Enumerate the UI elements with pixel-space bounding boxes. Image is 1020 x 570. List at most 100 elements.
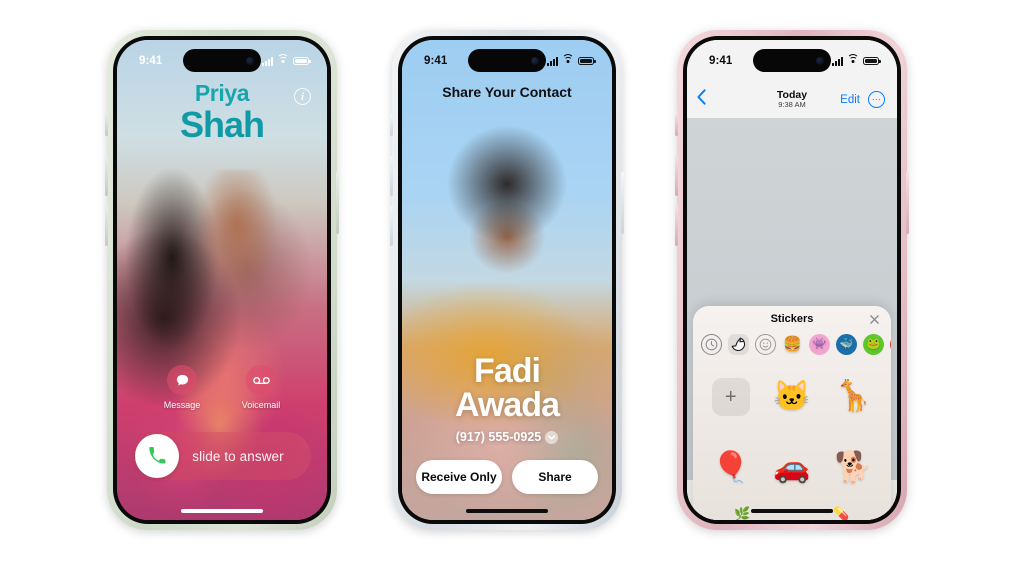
stickers-panel: Stickers 🍔 👾 🐳 🐸 + 🐱 🦒 🎈 🚗 🐕 🌿 💊: [693, 306, 891, 520]
edit-button[interactable]: Edit: [840, 94, 860, 106]
screenshot-stage: 9:41 i Priya Shah Message Voicemail slid…: [0, 0, 1020, 570]
dynamic-island: [468, 49, 546, 72]
phone-handset-icon: [149, 447, 166, 464]
sticker-category-row: 🍔 👾 🐳 🐸 🍎: [693, 332, 891, 359]
dog-in-hat-sticker[interactable]: 🐕: [835, 452, 872, 483]
recents-clock-icon[interactable]: [701, 334, 722, 355]
peek-sticker-right: 💊: [833, 506, 850, 520]
sticker-pack-red-icon[interactable]: 🍎: [890, 334, 891, 355]
volume-up-button[interactable]: [675, 156, 678, 196]
chevron-left-icon[interactable]: [697, 89, 706, 110]
power-button[interactable]: [336, 172, 339, 234]
giraffe-sticker[interactable]: 🦒: [835, 382, 872, 412]
receive-only-button[interactable]: Receive Only: [416, 460, 502, 494]
dynamic-island: [753, 49, 831, 72]
phone-screen-share: 9:41 Share Your Contact Fadi Awada (917)…: [402, 40, 612, 520]
volume-down-button[interactable]: [390, 206, 393, 246]
sticker-tile[interactable]: +: [701, 363, 760, 432]
status-time: 9:41: [709, 55, 733, 67]
call-quick-actions: Message Voicemail: [117, 365, 327, 410]
volume-up-button[interactable]: [105, 156, 108, 196]
dynamic-island: [183, 49, 261, 72]
wifi-icon: [847, 53, 859, 66]
sticker-tile[interactable]: 🐕: [824, 434, 883, 503]
contact-poster-background: [402, 40, 612, 520]
mute-switch[interactable]: [675, 114, 678, 136]
live-sticker-icon[interactable]: [728, 334, 749, 355]
message-bubble-icon: [167, 365, 197, 395]
contact-photo-face: [196, 169, 277, 295]
share-contact-title: Share Your Contact: [442, 84, 572, 100]
peek-sticker-left: 🌿: [734, 506, 751, 520]
emoji-smiley-icon[interactable]: [755, 334, 776, 355]
phone-screen-call: 9:41 i Priya Shah Message Voicemail slid…: [117, 40, 327, 520]
cellular-icon: [547, 56, 558, 66]
chevron-down-icon[interactable]: [545, 430, 559, 444]
voicemail-action-label: Voicemail: [241, 400, 281, 410]
battery-icon: [293, 56, 311, 66]
status-indicators: [832, 53, 881, 66]
stickers-panel-title: Stickers: [770, 313, 814, 325]
ellipsis-circle-icon[interactable]: ⋯: [868, 91, 885, 108]
phone-bezel: 9:41 i Priya Shah Message Voicemail slid…: [113, 36, 331, 524]
voicemail-icon: [246, 365, 276, 395]
close-x-icon[interactable]: [867, 312, 881, 326]
home-indicator[interactable]: [466, 509, 548, 513]
messages-screen: Today 9:38 AM Edit ⋯ Stickers 🍔 👾 🐳 🐸 + …: [687, 40, 897, 520]
battery-icon: [578, 56, 596, 66]
sticker-pack-pink-icon[interactable]: 👾: [809, 334, 830, 355]
add-sticker-button[interactable]: +: [711, 378, 750, 417]
phone-screen-messages: Today 9:38 AM Edit ⋯ Stickers 🍔 👾 🐳 🐸 + …: [687, 40, 897, 520]
status-indicators: [547, 53, 596, 66]
cat-sticker[interactable]: 🐱: [773, 382, 810, 412]
shared-phone-number-row[interactable]: (917) 555-0925: [402, 430, 612, 444]
slide-to-answer-slider[interactable]: slide to answer: [133, 432, 311, 480]
home-indicator[interactable]: [181, 509, 263, 513]
red-car-sticker[interactable]: 🚗: [773, 452, 810, 483]
cellular-icon: [262, 56, 273, 66]
phone-device-messages-stickers: Today 9:38 AM Edit ⋯ Stickers 🍔 👾 🐳 🐸 + …: [675, 30, 909, 530]
volume-down-button[interactable]: [105, 206, 108, 246]
call-info-button[interactable]: i: [294, 88, 311, 105]
caller-last-name: Shah: [179, 104, 265, 145]
phone-device-incoming-call: 9:41 i Priya Shah Message Voicemail slid…: [105, 30, 339, 530]
voicemail-action[interactable]: Voicemail: [241, 365, 281, 410]
sticker-pack-food-icon[interactable]: 🍔: [782, 334, 803, 355]
shared-first-name: Fadi: [474, 352, 541, 391]
sticker-tile[interactable]: 🐱: [762, 363, 821, 432]
wifi-icon: [562, 53, 574, 66]
sticker-grid: + 🐱 🦒 🎈 🚗 🐕: [693, 359, 891, 502]
shared-phone-number: (917) 555-0925: [455, 430, 542, 444]
stickers-panel-header: Stickers: [693, 306, 891, 332]
power-button[interactable]: [906, 172, 909, 234]
answer-call-knob[interactable]: [135, 434, 179, 478]
battery-icon: [863, 56, 881, 66]
slide-to-answer-label: slide to answer: [192, 448, 284, 464]
shared-contact-name: Fadi Awada: [402, 352, 612, 422]
status-time: 9:41: [139, 55, 163, 67]
power-button[interactable]: [621, 172, 624, 234]
status-indicators: [262, 53, 311, 66]
message-action-label: Message: [163, 400, 201, 410]
sticker-pack-blue-icon[interactable]: 🐳: [836, 334, 857, 355]
share-contact-buttons: Receive Only Share: [416, 460, 598, 494]
wifi-icon: [277, 53, 289, 66]
mute-switch[interactable]: [105, 114, 108, 136]
home-indicator[interactable]: [751, 509, 833, 513]
status-time: 9:41: [424, 55, 448, 67]
phone-bezel: 9:41 Share Your Contact Fadi Awada (917)…: [398, 36, 616, 524]
phone-device-share-contact: 9:41 Share Your Contact Fadi Awada (917)…: [390, 30, 624, 530]
phone-bezel: Today 9:38 AM Edit ⋯ Stickers 🍔 👾 🐳 🐸 + …: [683, 36, 901, 524]
hot-air-balloon-sticker[interactable]: 🎈: [712, 452, 749, 483]
sticker-tile[interactable]: 🦒: [824, 363, 883, 432]
cellular-icon: [832, 56, 843, 66]
nav-right-actions: Edit ⋯: [840, 91, 885, 110]
sticker-pack-green-icon[interactable]: 🐸: [863, 334, 884, 355]
message-action[interactable]: Message: [163, 365, 201, 410]
volume-down-button[interactable]: [675, 206, 678, 246]
volume-up-button[interactable]: [390, 156, 393, 196]
sticker-tile[interactable]: 🎈: [701, 434, 760, 503]
share-button[interactable]: Share: [512, 460, 598, 494]
sticker-tile[interactable]: 🚗: [762, 434, 821, 503]
mute-switch[interactable]: [390, 114, 393, 136]
